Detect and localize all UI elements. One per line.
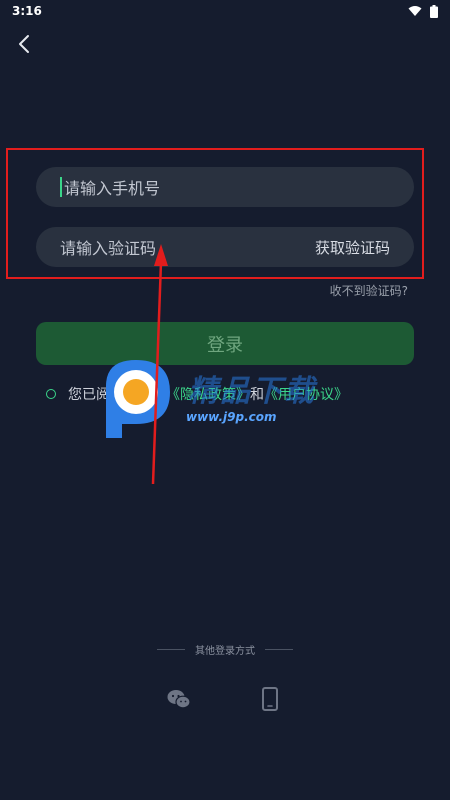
wechat-login-button[interactable] — [166, 686, 192, 712]
no-code-link[interactable]: 收不到验证码? — [330, 282, 408, 299]
annotation-highlight-box — [6, 148, 424, 279]
watermark: 精品下载 www.j9p.com — [96, 356, 386, 446]
agreement-radio[interactable] — [46, 389, 56, 399]
mobile-phone-icon — [262, 687, 278, 711]
status-bar: 3:16 — [0, 0, 450, 22]
battery-icon — [430, 4, 438, 18]
watermark-logo-icon — [106, 360, 170, 438]
back-button[interactable] — [10, 30, 38, 58]
wechat-icon — [167, 690, 191, 709]
wifi-icon — [408, 6, 422, 16]
other-login-divider: 其他登录方式 — [0, 642, 450, 657]
watermark-name: 精品下载 — [188, 374, 316, 409]
status-time: 3:16 — [12, 4, 42, 18]
watermark-url: www.j9p.com — [186, 410, 277, 424]
other-login-label: 其他登录方式 — [195, 646, 255, 657]
phone-login-button[interactable] — [257, 686, 283, 712]
chevron-left-icon — [19, 35, 29, 53]
